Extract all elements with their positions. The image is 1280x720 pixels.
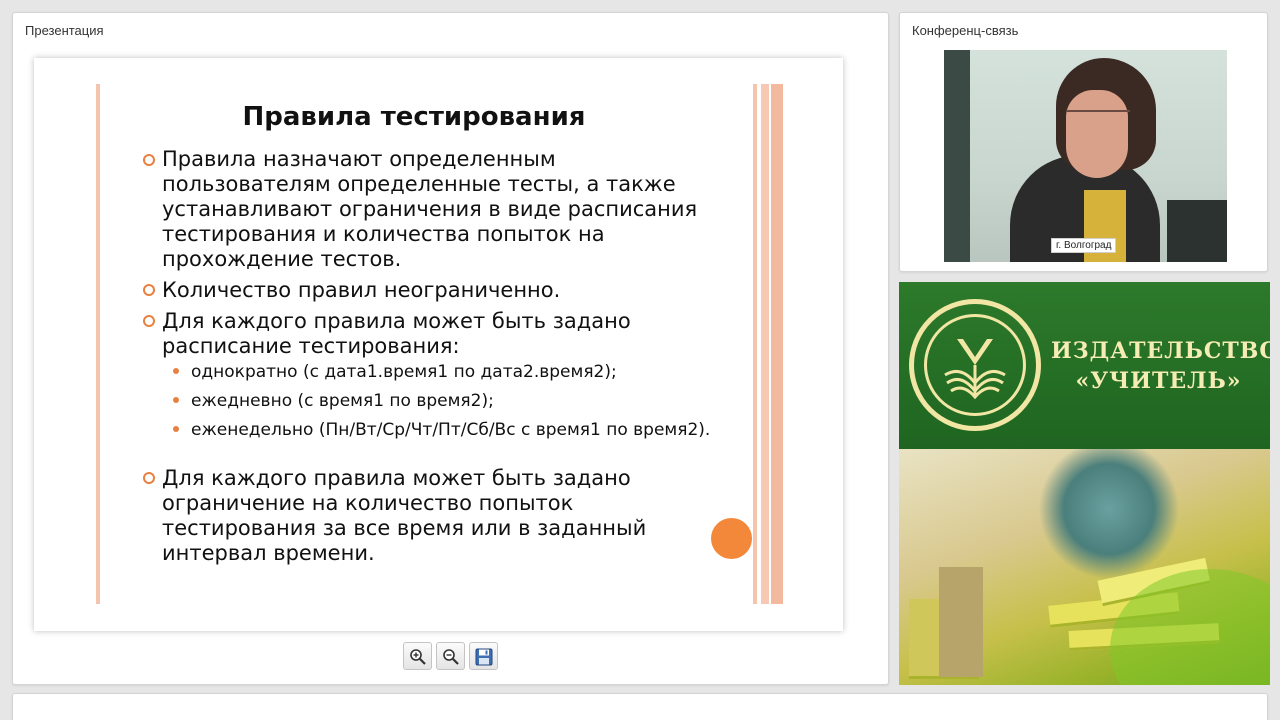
slide-bullet-4: Для каждого правила может быть задано ог… — [162, 466, 647, 565]
presentation-slide: Правила тестирования Правила назначают о… — [34, 58, 843, 631]
speaker-glasses — [1066, 110, 1130, 124]
slide-title: Правила тестирования — [242, 102, 586, 132]
bullet-marker — [143, 315, 155, 327]
book-shape — [939, 567, 983, 677]
publisher-banner[interactable]: ИЗДАТЕЛЬСТВО «УЧИТЕЛЬ» — [899, 282, 1270, 685]
banner-header: ИЗДАТЕЛЬСТВО «УЧИТЕЛЬ» — [899, 282, 1270, 449]
presentation-panel: Презентация Правила тестирования Правила… — [12, 12, 889, 685]
floppy-disk-icon — [475, 648, 493, 666]
slide-sub-bullet-1: однократно (с дата1.время1 по дата2.врем… — [191, 362, 617, 382]
banner-title-line2: «УЧИТЕЛЬ» — [1075, 368, 1242, 394]
bullet-marker — [143, 154, 155, 166]
slide-bullet-3: Для каждого правила может быть задано ра… — [162, 309, 631, 358]
zoom-in-icon — [410, 649, 426, 665]
banner-image-books-globe — [899, 449, 1270, 685]
publisher-logo-icon — [909, 299, 1041, 431]
conference-panel-title: Конференц-связь — [912, 23, 1019, 38]
video-feed[interactable]: г. Волгоград — [944, 50, 1227, 262]
slide-bullet-2: Количество правил неограниченно. — [162, 278, 561, 302]
zoom-in-button[interactable] — [403, 642, 432, 670]
save-button[interactable] — [469, 642, 498, 670]
video-location-caption: г. Волгоград — [1051, 238, 1117, 253]
slide-decor-stripe-left — [96, 84, 100, 604]
zoom-out-button[interactable] — [436, 642, 465, 670]
conference-panel: Конференц-связь г. Волгоград — [899, 12, 1268, 272]
slide-sub-bullet-2: ежедневно (с время1 по время2); — [191, 391, 494, 411]
sub-bullet-marker — [173, 426, 179, 432]
sub-bullet-marker — [173, 397, 179, 403]
slide-sub-bullet-3: еженедельно (Пн/Вт/Ср/Чт/Пт/Сб/Вс с врем… — [191, 420, 711, 440]
speaker-face — [1066, 90, 1128, 178]
slide-decor-stripe-right-wide — [761, 84, 783, 604]
presentation-panel-title: Презентация — [25, 23, 104, 38]
slide-decor-stripe-right-thin — [753, 84, 757, 604]
video-desk — [1167, 200, 1227, 262]
slide-bullet-1: Правила назначают определенным пользоват… — [162, 147, 698, 271]
video-blackboard — [944, 50, 970, 262]
banner-title-line1: ИЗДАТЕЛЬСТВО — [1051, 338, 1270, 364]
bottom-panel — [12, 693, 1268, 720]
bullet-marker — [143, 284, 155, 296]
open-book-emblem-icon — [944, 339, 1006, 400]
bullet-marker — [143, 472, 155, 484]
sub-bullet-marker — [173, 368, 179, 374]
zoom-out-icon — [443, 649, 459, 665]
